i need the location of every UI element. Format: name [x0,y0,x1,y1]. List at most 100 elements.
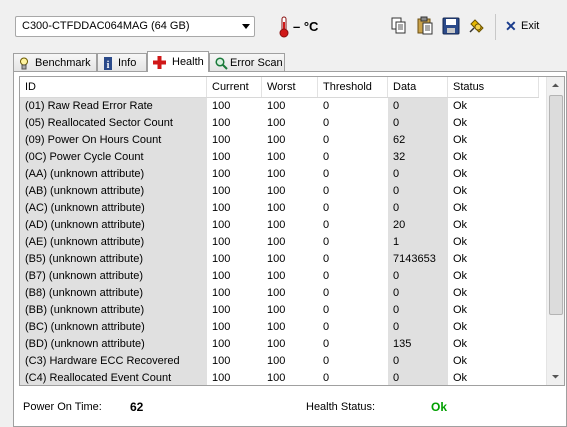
paste-button[interactable] [414,15,436,37]
table-row[interactable]: (B5) (unknown attribute) 100 100 0 7143653 Ok [20,251,539,268]
svg-text:i: i [107,60,110,70]
scrollbar-thumb[interactable] [549,95,563,315]
table-row[interactable]: (AA) (unknown attribute) 100 100 0 0 Ok [20,166,539,183]
table-row[interactable]: (BD) (unknown attribute) 100 100 0 135 Ok [20,336,539,353]
cell-current: 100 [212,304,231,316]
column-header-id[interactable]: ID [20,77,207,97]
red-cross-icon [153,56,166,69]
power-on-time-value: 62 [130,400,144,414]
column-header-worst[interactable]: Worst [262,77,318,97]
cell-id: (05) Reallocated Sector Count [20,115,207,132]
cell-id: (AD) (unknown attribute) [20,217,207,234]
cell-data: 0 [388,200,448,217]
toolbar-separator [495,14,496,40]
cell-threshold: 0 [323,253,330,265]
cell-status: Ok [453,304,468,316]
cell-data: 0 [388,302,448,319]
cell-threshold: 0 [323,304,330,316]
cell-worst: 100 [267,355,286,367]
tab-error-scan[interactable]: Error Scan [209,53,285,71]
table-body: (01) Raw Read Error Rate 100 100 0 0 Ok (05) R… [20,98,539,385]
table-row[interactable]: (09) Power On Hours Count 100 100 0 62 Ok [20,132,539,149]
table-row[interactable]: (05) Reallocated Sector Count 100 100 0 0 Ok [20,115,539,132]
tab-benchmark[interactable]: Benchmark [13,53,97,71]
health-status-label: Health Status: [306,401,376,413]
cell-status: Ok [453,134,468,146]
cell-worst: 100 [267,253,286,265]
column-header-status[interactable]: Status [448,77,539,97]
drive-select-value: C300-CTFDDAC064MAG (64 GB) [22,20,190,32]
cell-worst: 100 [267,236,286,248]
column-header-current[interactable]: Current [207,77,262,97]
cell-status: Ok [453,338,468,350]
cell-id: (B8) (unknown attribute) [20,285,207,302]
cell-worst: 100 [267,134,286,146]
table-row[interactable]: (AB) (unknown attribute) 100 100 0 0 Ok [20,183,539,200]
cell-id: (BC) (unknown attribute) [20,319,207,336]
cell-data: 0 [388,166,448,183]
cell-threshold: 0 [323,321,330,333]
cell-data: 0 [388,353,448,370]
save-button[interactable] [440,15,462,37]
info-icon: i [104,57,112,70]
cell-id: (BB) (unknown attribute) [20,302,207,319]
power-on-time-label: Power On Time: [23,401,102,413]
column-header-threshold[interactable]: Threshold [318,77,388,97]
health-panel: ID Current Worst Threshold Data Status (… [13,71,567,427]
table-row[interactable]: (01) Raw Read Error Rate 100 100 0 0 Ok [20,98,539,115]
options-button[interactable] [466,15,488,37]
copy-button[interactable] [388,15,410,37]
cell-threshold: 0 [323,134,330,146]
table-row[interactable]: (AC) (unknown attribute) 100 100 0 0 Ok [20,200,539,217]
lightbulb-icon [20,57,28,70]
cell-status: Ok [453,372,468,384]
cell-current: 100 [212,287,231,299]
cell-id: (AE) (unknown attribute) [20,234,207,251]
table-row[interactable]: (C4) Reallocated Event Count 100 100 0 0 Ok [20,370,539,385]
table-row[interactable]: (AD) (unknown attribute) 100 100 0 20 Ok [20,217,539,234]
cell-status: Ok [453,355,468,367]
cell-id: (09) Power On Hours Count [20,132,207,149]
cell-data: 0 [388,370,448,385]
exit-label: Exit [521,20,540,32]
magnifier-icon [215,57,228,70]
tab-health[interactable]: Health [147,51,209,72]
cell-id: (C3) Hardware ECC Recovered [20,353,207,370]
table-row[interactable]: (0C) Power Cycle Count 100 100 0 32 Ok [20,149,539,166]
drive-select[interactable]: C300-CTFDDAC064MAG (64 GB) [15,16,255,37]
smart-attributes-table[interactable]: ID Current Worst Threshold Data Status (… [19,76,565,386]
tab-label: Health [172,56,204,68]
cell-threshold: 0 [323,202,330,214]
scroll-up-arrow-icon[interactable] [547,77,564,94]
cell-data: 0 [388,98,448,115]
cell-worst: 100 [267,168,286,180]
column-header-data[interactable]: Data [388,77,448,97]
cell-current: 100 [212,236,231,248]
cell-data: 62 [388,132,448,149]
table-row[interactable]: (B8) (unknown attribute) 100 100 0 0 Ok [20,285,539,302]
cell-worst: 100 [267,100,286,112]
cell-data: 0 [388,268,448,285]
table-row[interactable]: (B7) (unknown attribute) 100 100 0 0 Ok [20,268,539,285]
cell-threshold: 0 [323,355,330,367]
cell-worst: 100 [267,117,286,129]
tab-info[interactable]: i Info [97,53,147,71]
temperature-value: – °C [293,19,319,34]
cell-status: Ok [453,321,468,333]
cell-data: 0 [388,319,448,336]
tab-label: Benchmark [35,57,91,69]
vertical-scrollbar[interactable] [546,77,564,385]
cell-threshold: 0 [323,151,330,163]
table-row[interactable]: (AE) (unknown attribute) 100 100 0 1 Ok [20,234,539,251]
cell-id: (0C) Power Cycle Count [20,149,207,166]
scroll-down-arrow-icon[interactable] [547,368,564,385]
table-row[interactable]: (C3) Hardware ECC Recovered 100 100 0 0 Ok [20,353,539,370]
cell-data: 7143653 [388,251,448,268]
cell-worst: 100 [267,287,286,299]
cell-worst: 100 [267,304,286,316]
table-row[interactable]: (BC) (unknown attribute) 100 100 0 0 Ok [20,319,539,336]
cell-id: (B7) (unknown attribute) [20,268,207,285]
table-row[interactable]: (BB) (unknown attribute) 100 100 0 0 Ok [20,302,539,319]
cell-worst: 100 [267,372,286,384]
cell-threshold: 0 [323,168,330,180]
